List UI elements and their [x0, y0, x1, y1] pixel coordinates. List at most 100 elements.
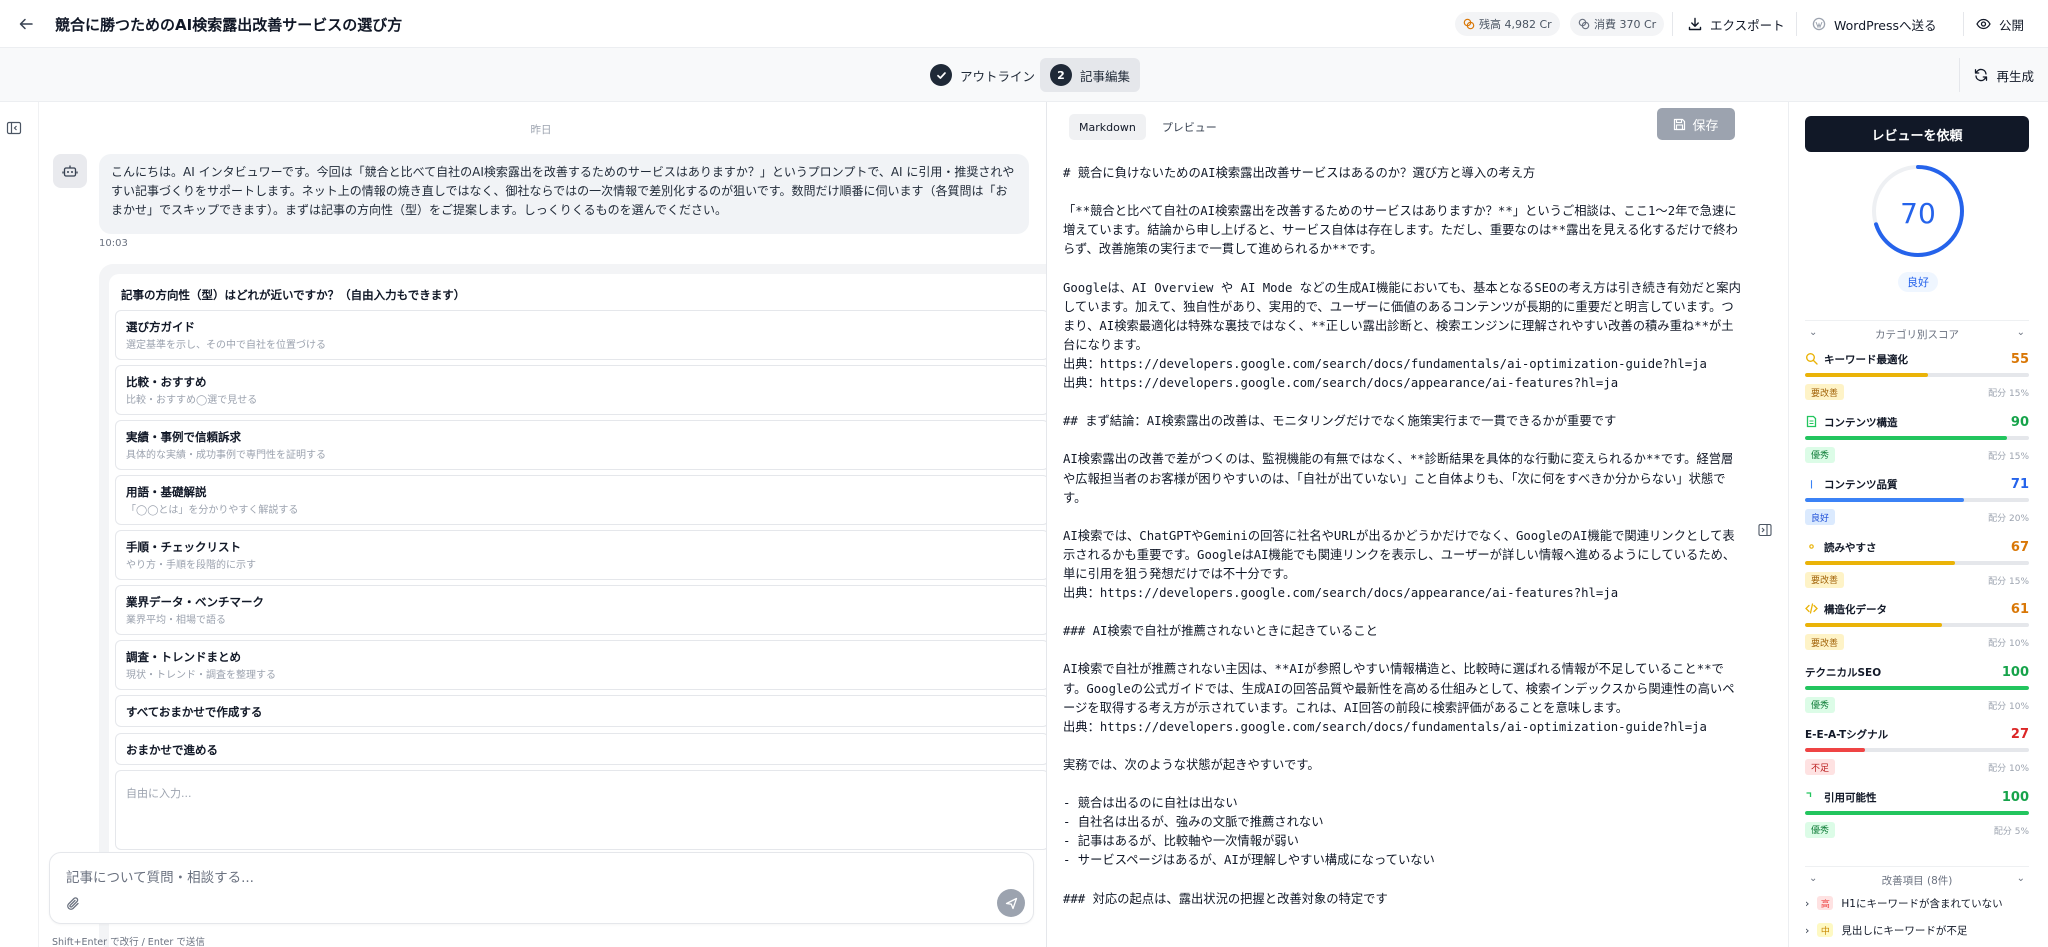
code-icon [1805, 603, 1818, 614]
option-case-study[interactable]: 実績・事例で信頼訴求 具体的な実績・成功事例で専門性を証明する [115, 420, 1049, 470]
chat-input[interactable]: 記事について質問・相談する... [49, 852, 1034, 924]
category-score-bar [1805, 498, 2029, 502]
markdown-line: AI検索露出の改善で差がつくのは、監視機能の有無ではなく、**診断結果を具体的な… [1063, 452, 1734, 505]
category-weight: 配分 15% [1988, 389, 2029, 399]
markdown-line: ### 対応の起点は、露出状況の把握と改善対象の特定です [1063, 891, 1388, 906]
option-selection-guide[interactable]: 選び方ガイド 選定基準を示し、その中で自社を位置づける [115, 310, 1049, 360]
option-auto-proceed[interactable]: おまかせで進める [115, 733, 1049, 765]
category-row[interactable]: 読みやすさ 67 要改善 配分 15% [1805, 540, 2029, 602]
issue-text: 見出しにキーワードが不足 [1841, 924, 1968, 937]
markdown-blank-line [1063, 641, 1743, 660]
divider [1796, 12, 1797, 36]
markdown-blank-line [1063, 508, 1743, 527]
category-row[interactable]: E-E-A-Tシグナル 27 不足 配分 10% [1805, 727, 2029, 789]
category-score: 67 [2010, 539, 2029, 555]
free-input-field[interactable]: 自由に入力... [115, 770, 1049, 850]
divider [1963, 12, 1964, 36]
credit-balance-badge: 残高 4,982 Cr [1455, 12, 1560, 36]
sidebar-toggle-icon[interactable] [6, 120, 22, 136]
option-all-auto[interactable]: すべておまかせで作成する [115, 695, 1049, 727]
category-status-badge: 要改善 [1805, 634, 1845, 650]
paperclip-icon[interactable] [65, 896, 81, 912]
category-row[interactable]: コンテンツ構造 90 優秀 配分 15% [1805, 415, 2029, 477]
option-comparison[interactable]: 比較・おすすめ 比較・おすすめ◯選で見せる [115, 365, 1049, 415]
category-row[interactable]: 構造化データ 61 要改善 配分 10% [1805, 602, 2029, 664]
category-row[interactable]: コンテンツ品質 71 良好 配分 20% [1805, 477, 2029, 539]
category-score: 55 [2010, 352, 2029, 367]
category-status-badge: 優秀 [1805, 821, 1836, 838]
publish-button[interactable]: 公開 [1968, 8, 2032, 40]
arrow-left-icon [19, 18, 33, 30]
keyboard-hint: Shift+Enter で改行 / Enter で送信 [52, 937, 205, 947]
option-desc: 選定基準を示し、その中で自社を位置づける [126, 340, 326, 351]
issues-header-label: 改善項目 (8件) [1881, 875, 1953, 887]
editor-tabs: Markdown プレビュー [1069, 114, 1227, 140]
markdown-line: - 競合は出るのに自社は出ない [1063, 796, 1238, 811]
category-score-fill [1805, 373, 1929, 377]
step-outline[interactable]: アウトライン [920, 58, 1045, 92]
back-button[interactable] [14, 12, 38, 36]
article-editor: Markdown プレビュー 保存 # 競合に負けないためのAI検索露出改善サー… [1046, 102, 1788, 947]
category-score: 61 [2010, 602, 2029, 617]
category-name: テクニカルSEO [1805, 666, 1882, 679]
markdown-content[interactable]: # 競合に負けないためのAI検索露出改善サービスはあるのか？選び方と導入の考え方… [1063, 164, 1743, 909]
markdown-line: ### AI検索で自社が推薦されないときに起きていること [1063, 624, 1378, 639]
option-label: 実績・事例で信頼訴求 [126, 430, 241, 444]
document-icon [1806, 415, 1817, 427]
step-number: 2 [1050, 64, 1072, 86]
category-name: E-E-A-Tシグナル [1805, 729, 1889, 741]
markdown-blank-line [1063, 393, 1743, 412]
option-desc: やり方・手順を段階的に示す [126, 560, 256, 571]
chevron-right-icon: › [1805, 923, 1810, 937]
category-name: 構造化データ [1824, 604, 1887, 616]
coins-icon [1578, 18, 1590, 30]
issue-item[interactable]: › 高 H1にキーワードが含まれていない [1805, 894, 2029, 912]
category-score-header[interactable]: ⌄ カテゴリ別スコア ⌄ [1805, 320, 2029, 341]
send-icon [1005, 897, 1017, 909]
option-checklist[interactable]: 手順・チェックリスト やり方・手順を段階的に示す [115, 530, 1049, 580]
book-icon [1810, 480, 1813, 489]
markdown-line: 出典：https://developers.google.com/search/… [1063, 586, 1619, 601]
issue-item[interactable]: › 中見出しにキーワードが不足 [1805, 921, 2029, 939]
panel-toggle-icon[interactable] [1758, 523, 1772, 537]
category-row[interactable]: テクニカルSEO 100 優秀 配分 10% [1805, 665, 2029, 727]
regenerate-label: 再生成 [1996, 68, 2034, 84]
option-benchmark[interactable]: 業界データ・ベンチマーク 業界平均・相場で語る [115, 585, 1049, 635]
tab-markdown[interactable]: Markdown [1069, 114, 1146, 140]
consumed-text: 消費 370 Cr [1594, 18, 1657, 31]
option-trend-summary[interactable]: 調査・トレンドまとめ 現状・トレンド・調査を整理する [115, 640, 1049, 690]
category-name: コンテンツ品質 [1824, 479, 1898, 491]
robot-icon [62, 165, 78, 177]
check-icon [930, 64, 952, 86]
send-button[interactable] [997, 889, 1025, 917]
option-label: 業界データ・ベンチマーク [126, 595, 264, 609]
category-score-fill [1805, 748, 1866, 752]
regenerate-button[interactable]: 再生成 [1959, 58, 2048, 92]
request-review-button[interactable]: レビューを依頼 [1805, 116, 2029, 152]
export-button[interactable]: エクスポート [1680, 8, 1793, 40]
tab-preview[interactable]: プレビュー [1152, 114, 1227, 140]
markdown-line: 出典：https://developers.google.com/search/… [1063, 376, 1619, 391]
step-edit-label: 記事編集 [1080, 68, 1131, 84]
priority-badge: 高 [1817, 896, 1834, 910]
chat-input-placeholder: 記事について質問・相談する... [66, 870, 254, 886]
wordpress-icon [1812, 17, 1826, 31]
search-icon [1806, 353, 1818, 365]
category-score: 71 [2010, 477, 2029, 492]
markdown-blank-line [1063, 775, 1743, 794]
markdown-blank-line [1063, 737, 1743, 756]
option-glossary[interactable]: 用語・基礎解説 「◯◯とは」を分かりやすく解説する [115, 475, 1049, 525]
wordpress-button[interactable]: WordPressへ送る [1804, 8, 1945, 40]
category-row[interactable]: 引用可能性 100 優秀 配分 5% [1805, 790, 2029, 852]
save-button[interactable]: 保存 [1657, 108, 1735, 140]
step-bar: アウトライン 2 記事編集 再生成 [0, 48, 2048, 102]
quote-icon [1806, 791, 1812, 797]
wordpress-label: WordPressへ送る [1834, 17, 1937, 33]
bot-avatar [53, 154, 87, 188]
category-score-fill [1805, 685, 2029, 690]
category-name: 引用可能性 [1824, 791, 1877, 804]
step-article-edit[interactable]: 2 記事編集 [1040, 58, 1141, 92]
improvement-items-header[interactable]: ⌄ 改善項目 (8件) ⌄ [1805, 866, 2029, 887]
category-row[interactable]: キーワード最適化 55 要改善 配分 15% [1805, 352, 2029, 414]
message-timestamp: 10:03 [99, 238, 128, 249]
